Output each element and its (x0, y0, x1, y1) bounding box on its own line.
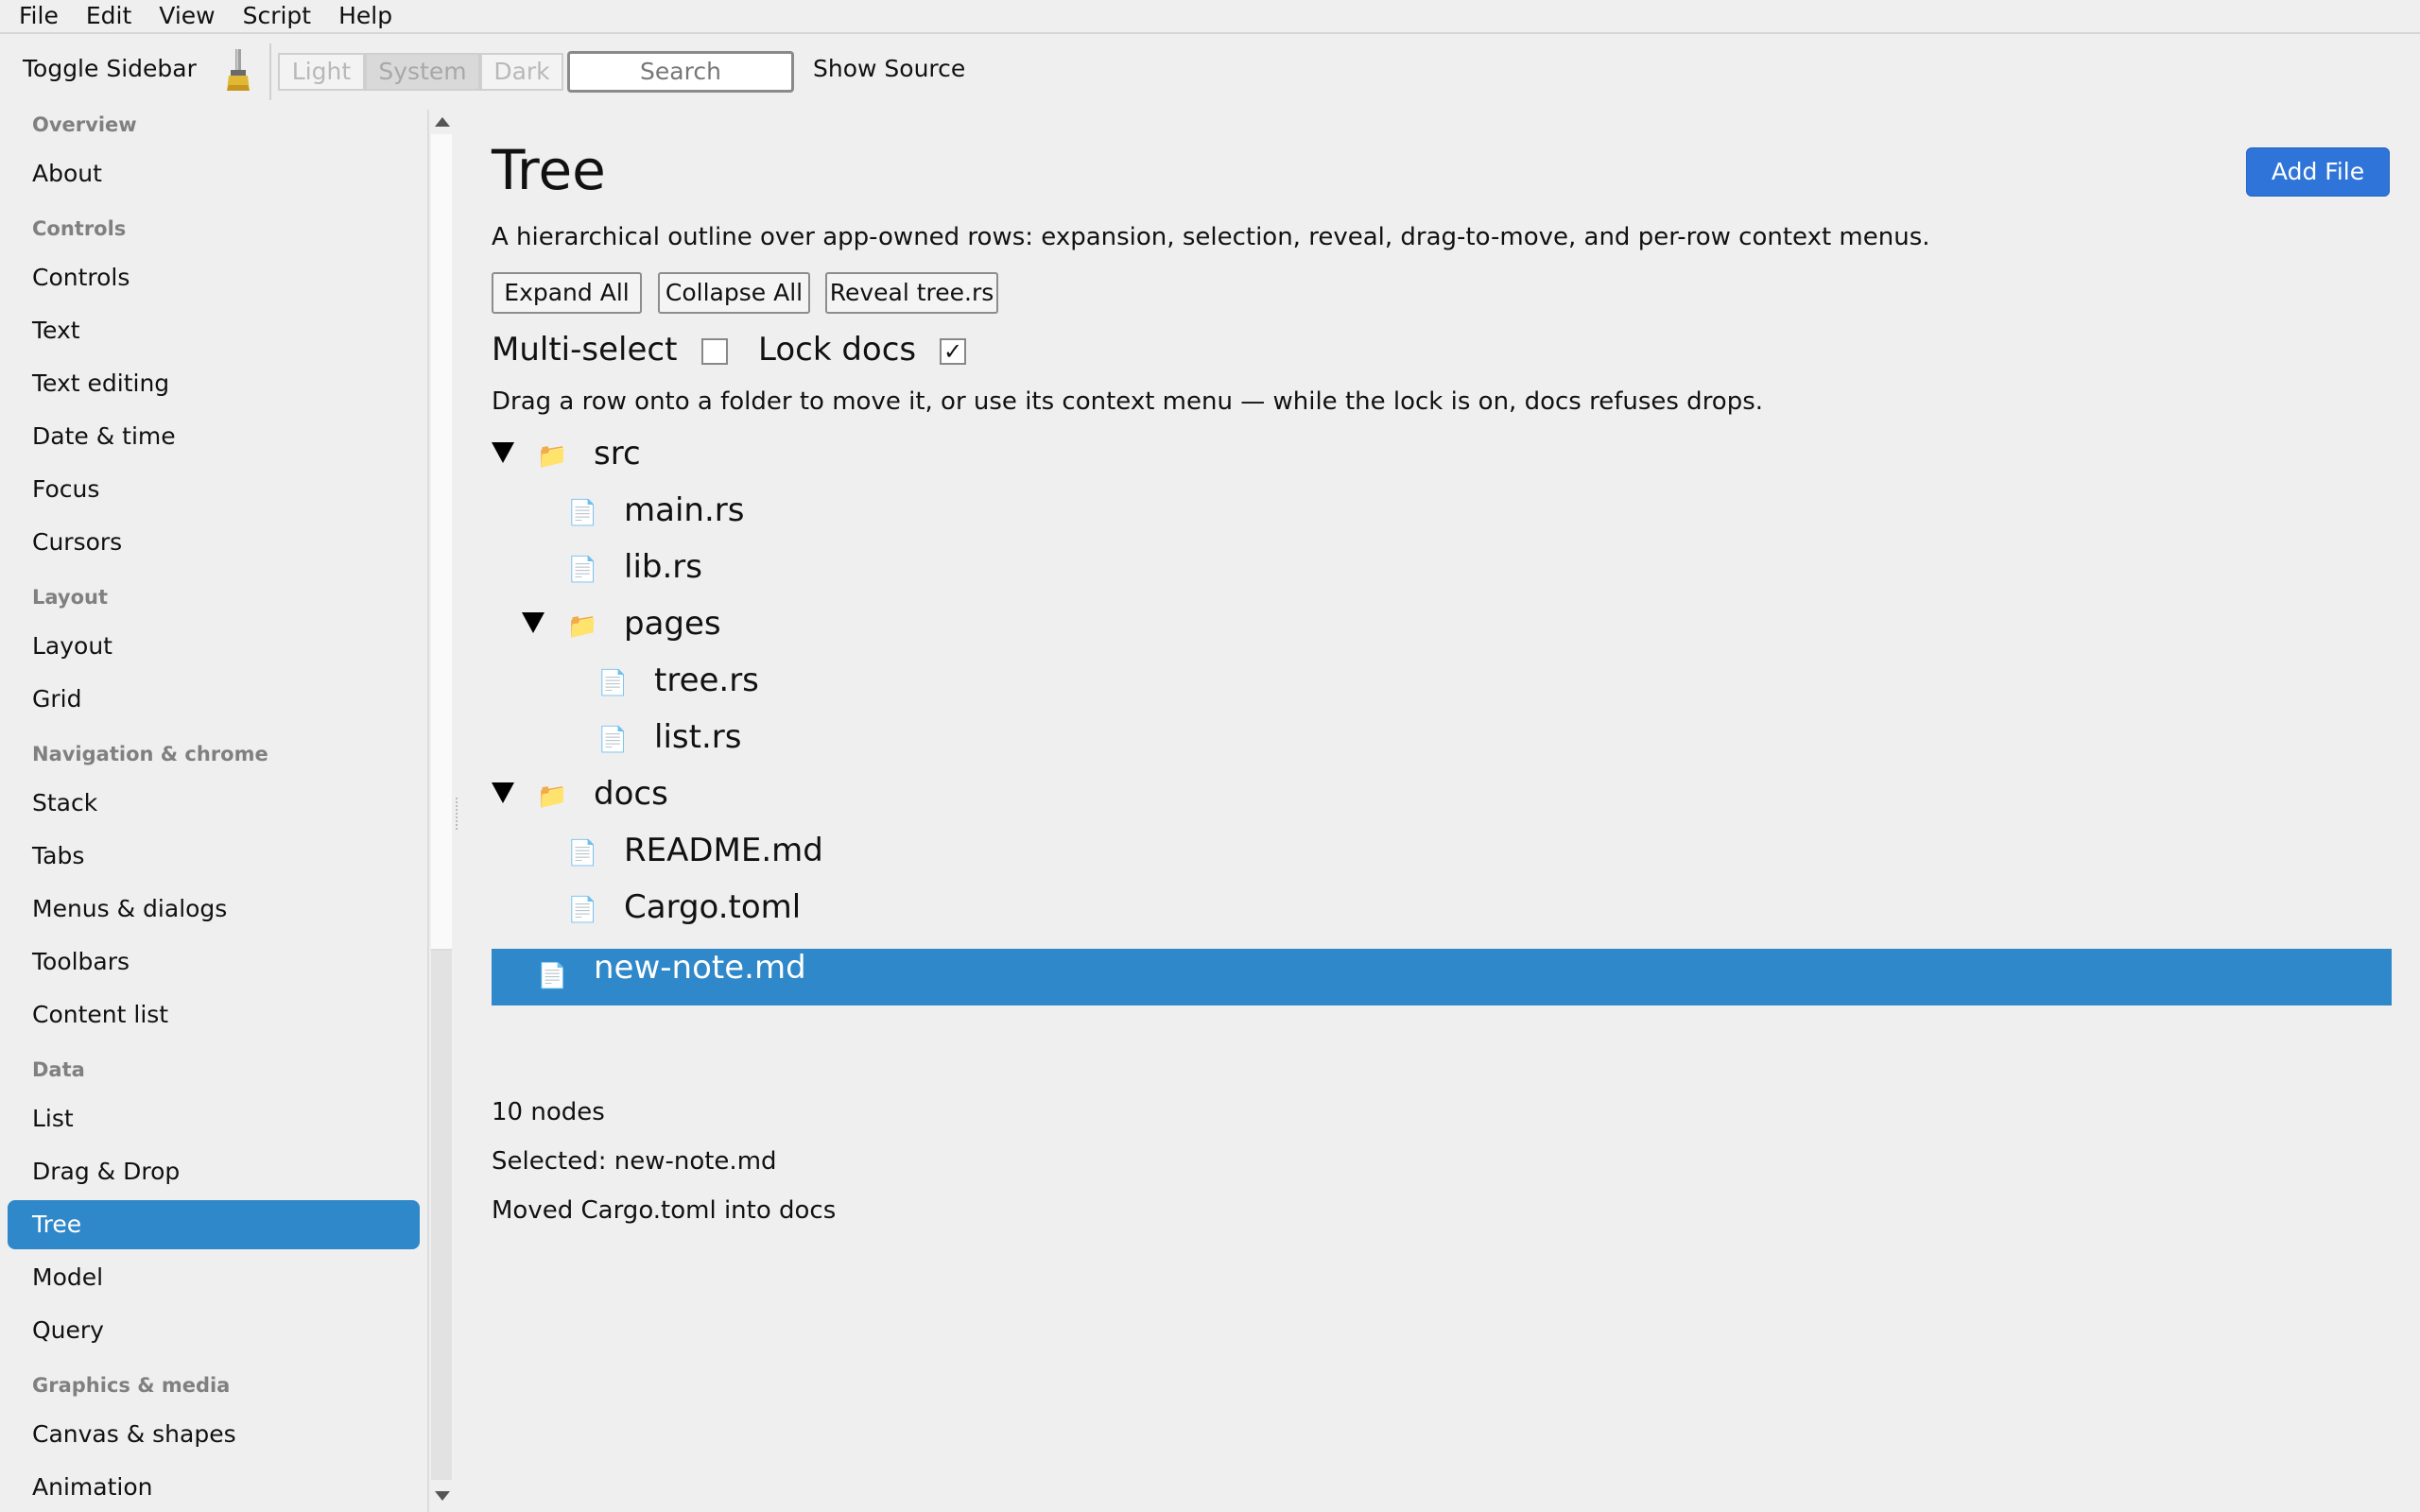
sidebar-item-query[interactable]: Query (8, 1306, 420, 1355)
page-description: A hierarchical outline over app-owned ro… (492, 223, 1930, 251)
sidebar-item-layout[interactable]: Layout (8, 622, 420, 671)
scroll-down-arrow-icon[interactable] (435, 1491, 450, 1501)
sidebar-header-data: Data (32, 1058, 85, 1081)
tree-row-label: lib.rs (624, 548, 702, 586)
sidebar-item-controls[interactable]: Controls (8, 253, 420, 302)
sidebar-item-animation[interactable]: Animation (8, 1463, 420, 1512)
lock-docs-label: Lock docs (758, 331, 917, 369)
disclosure-triangle-icon[interactable] (522, 612, 544, 633)
add-file-button[interactable]: Add File (2246, 147, 2390, 197)
last-action-status: Moved Cargo.toml into docs (492, 1196, 837, 1225)
file-icon: 📄 (597, 669, 629, 697)
tree-row-new-note-md[interactable]: 📄 new-note.md (492, 949, 2392, 1005)
tree-row-label: README.md (624, 832, 823, 869)
show-source-button[interactable]: Show Source (813, 55, 965, 82)
tree-row-main-rs[interactable]: 📄 main.rs (492, 486, 2392, 542)
file-icon: 📄 (567, 556, 598, 584)
search-input[interactable]: Search (567, 51, 794, 93)
tree-row-label: main.rs (624, 491, 745, 529)
file-icon: 📄 (567, 896, 598, 924)
sidebar-item-tabs[interactable]: Tabs (8, 832, 420, 881)
tree-row-lib-rs[interactable]: 📄 lib.rs (492, 542, 2392, 599)
multi-select-label: Multi-select (492, 331, 678, 369)
folder-icon: 📁 (537, 442, 568, 471)
theme-system-button[interactable]: System (365, 53, 480, 91)
sidebar-item-about[interactable]: About (8, 149, 420, 198)
main-content: Tree Add File A hierarchical outline ove… (492, 110, 2392, 1512)
scrollbar-track[interactable] (431, 951, 452, 1480)
sidebar-header-overview: Overview (32, 113, 137, 136)
toolbar-separator (269, 43, 271, 100)
sidebar-item-grid[interactable]: Grid (8, 675, 420, 724)
file-icon: 📄 (597, 726, 629, 754)
sidebar-item-toolbars[interactable]: Toolbars (8, 937, 420, 987)
menu-script[interactable]: Script (243, 0, 312, 33)
scrollbar-thumb[interactable] (431, 134, 452, 951)
selected-status: Selected: new-note.md (492, 1147, 777, 1176)
drag-hint: Drag a row onto a folder to move it, or … (492, 387, 1764, 416)
disclosure-triangle-icon[interactable] (492, 442, 514, 463)
disclosure-triangle-icon[interactable] (492, 782, 514, 803)
sidebar-item-model[interactable]: Model (8, 1253, 420, 1302)
sidebar-header-layout: Layout (32, 586, 109, 609)
tree-row-src[interactable]: 📁 src (492, 429, 2392, 486)
sidebar-item-cursors[interactable]: Cursors (8, 518, 420, 567)
sidebar-item-date-time[interactable]: Date & time (8, 412, 420, 461)
multi-select-checkbox[interactable] (701, 338, 728, 365)
tree-row-tree-rs[interactable]: 📄 tree.rs (492, 656, 2392, 713)
sidebar-header-graphics-media: Graphics & media (32, 1374, 231, 1397)
tree-row-pages[interactable]: 📁 pages (492, 599, 2392, 656)
menu-bar: File Edit View Script Help (0, 0, 2420, 34)
menu-view[interactable]: View (159, 0, 215, 33)
sidebar-item-stack[interactable]: Stack (8, 779, 420, 828)
collapse-all-button[interactable]: Collapse All (658, 272, 810, 314)
sidebar-item-focus[interactable]: Focus (8, 465, 420, 514)
page-title: Tree (492, 138, 606, 202)
sidebar-item-canvas-shapes[interactable]: Canvas & shapes (8, 1410, 420, 1459)
sidebar-item-tree[interactable]: Tree (8, 1200, 420, 1249)
toggle-sidebar-button[interactable]: Toggle Sidebar (23, 55, 197, 82)
tree-row-docs[interactable]: 📁 docs (492, 769, 2392, 826)
sidebar-scrollbar[interactable] (427, 110, 452, 1512)
tree-row-readme-md[interactable]: 📄 README.md (492, 826, 2392, 883)
tree-row-label: pages (624, 605, 721, 643)
splitter-handle[interactable] (456, 798, 459, 830)
node-count: 10 nodes (492, 1098, 605, 1126)
sidebar-item-drag-drop[interactable]: Drag & Drop (8, 1147, 420, 1196)
sidebar-item-menus-dialogs[interactable]: Menus & dialogs (8, 885, 420, 934)
sidebar-item-content-list[interactable]: Content list (8, 990, 420, 1040)
reveal-button[interactable]: Reveal tree.rs (825, 272, 998, 314)
tree-row-label: tree.rs (654, 662, 759, 699)
tree-row-label: src (594, 435, 641, 472)
tree-row-list-rs[interactable]: 📄 list.rs (492, 713, 2392, 769)
sidebar-header-controls: Controls (32, 217, 127, 240)
theme-light-button[interactable]: Light (278, 53, 365, 91)
sidebar: Overview About Controls Controls Text Te… (0, 110, 427, 1512)
sidebar-item-list[interactable]: List (8, 1094, 420, 1143)
file-icon: 📄 (537, 962, 568, 990)
sidebar-header-navigation: Navigation & chrome (32, 743, 268, 765)
expand-all-button[interactable]: Expand All (492, 272, 642, 314)
file-icon: 📄 (567, 499, 598, 527)
sidebar-item-text-editing[interactable]: Text editing (8, 359, 420, 408)
file-icon: 📄 (567, 839, 598, 868)
scroll-up-arrow-icon[interactable] (435, 117, 450, 127)
folder-icon: 📁 (537, 782, 568, 811)
lock-docs-checkbox[interactable]: ✓ (940, 338, 966, 365)
menu-edit[interactable]: Edit (86, 0, 131, 33)
tree-row-label: Cargo.toml (624, 888, 802, 926)
toolbar: Toggle Sidebar Light System Dark Search … (0, 34, 2420, 110)
tree-row-label: list.rs (654, 718, 742, 756)
tree-row-label: docs (594, 775, 668, 813)
tree-row-cargo-toml[interactable]: 📄 Cargo.toml (492, 883, 2392, 939)
tree-row-label: new-note.md (594, 949, 806, 987)
menu-help[interactable]: Help (338, 0, 392, 33)
brush-icon[interactable] (221, 47, 255, 94)
menu-file[interactable]: File (19, 0, 59, 33)
sidebar-item-text[interactable]: Text (8, 306, 420, 355)
theme-dark-button[interactable]: Dark (480, 53, 563, 91)
folder-icon: 📁 (567, 612, 598, 641)
